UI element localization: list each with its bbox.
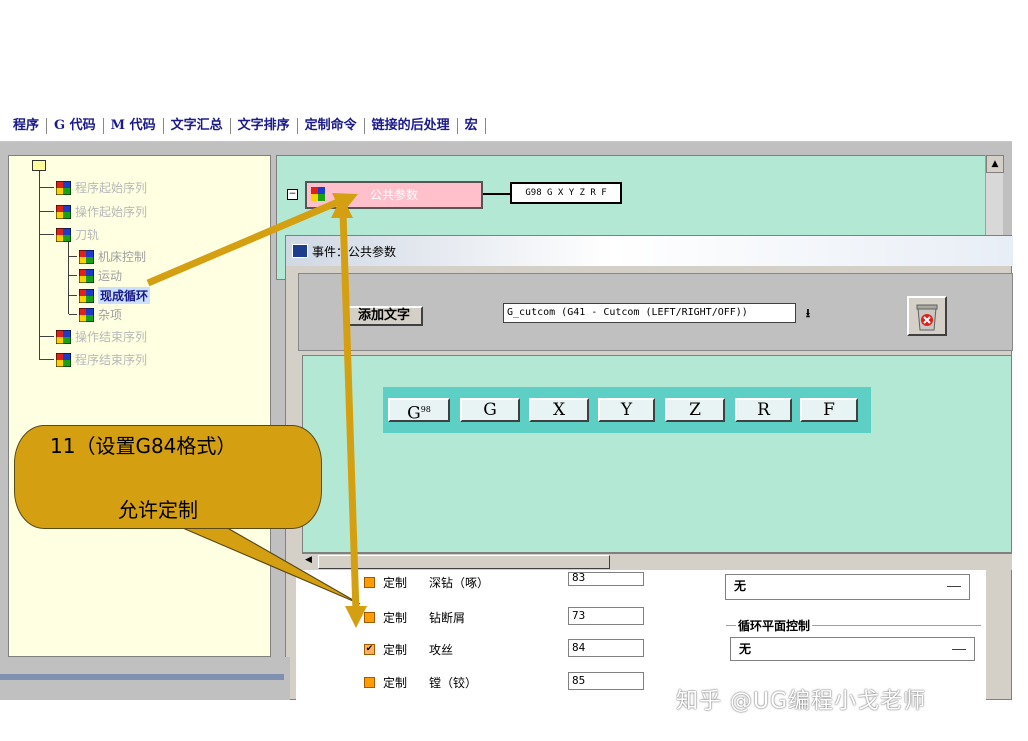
trash-delete-icon[interactable] <box>907 296 947 336</box>
event-output-preview: G98 G X Y Z R F <box>510 182 622 204</box>
tree-item-label: 操作结束序列 <box>75 330 148 344</box>
event-connector <box>483 193 510 195</box>
tree-item-label: 运动 <box>98 269 123 283</box>
sequence-icon <box>56 180 71 195</box>
tree-item-program-start[interactable]: 程序起始序列 <box>40 179 147 196</box>
sequence-icon <box>79 307 94 322</box>
tree-item-canned-cycle[interactable]: 现成循环 <box>69 287 151 304</box>
sequence-icon <box>79 288 94 303</box>
dropdown-arrow-icon[interactable]: ⭳ <box>799 303 817 323</box>
tree-item-label: 杂项 <box>98 308 123 322</box>
add-word-button[interactable]: 添加文字 <box>345 306 423 326</box>
folder-icon <box>32 160 46 171</box>
tree-item-operation-end[interactable]: 操作结束序列 <box>40 328 147 345</box>
dialog-window-icon <box>292 244 308 258</box>
tree-item-tool-path[interactable]: 刀轨 <box>40 226 99 243</box>
word-x[interactable]: X <box>529 398 589 422</box>
cycle-code-input[interactable]: 83 <box>568 572 644 586</box>
cycle-code-input[interactable]: 84 <box>568 639 644 657</box>
sequence-icon <box>56 204 71 219</box>
status-strip <box>0 657 290 700</box>
tree-item-label: 现成循环 <box>98 287 151 304</box>
custom-checkbox-checked[interactable]: ✔ <box>364 644 375 655</box>
trash-can-icon <box>916 304 938 331</box>
tree-item-label: 刀轨 <box>75 228 100 242</box>
dialog-title: 事件：公共参数 <box>312 244 397 259</box>
word-canvas <box>302 355 1012 553</box>
tab-bar: 程序 G 代码 M 代码 文字汇总 文字排序 定制命令 链接的后处理 宏 <box>0 110 1012 142</box>
tree-item-motion[interactable]: 运动 <box>69 267 122 284</box>
sequence-icon <box>56 352 71 367</box>
word-f[interactable]: F <box>800 398 858 422</box>
select-arrow-icon <box>947 585 961 587</box>
cycle-row-bore: 定制 镗（铰） <box>364 674 477 691</box>
custom-checkbox[interactable] <box>364 677 375 688</box>
scroll-thumb[interactable] <box>318 555 610 569</box>
event-block-label: 公共参数 <box>369 188 418 202</box>
tab-macro[interactable]: 宏 <box>458 117 486 134</box>
tree-item-machine-control[interactable]: 机床控制 <box>69 248 146 265</box>
sequence-icon <box>79 249 94 264</box>
dialog-title-bar[interactable]: 事件：公共参数 <box>286 236 1013 266</box>
word-g98[interactable]: G98 <box>388 398 450 424</box>
tab-linked-posts[interactable]: 链接的后处理 <box>365 117 458 134</box>
word-select[interactable]: G_cutcom (G41 - Cutcom (LEFT/RIGHT/OFF)) <box>503 303 796 323</box>
event-icon <box>311 187 325 201</box>
cycle-row-deep-drill: 定制 深钻（啄） <box>364 574 489 591</box>
tree-item-program-end[interactable]: 程序结束序列 <box>40 351 147 368</box>
sequence-icon <box>56 227 71 242</box>
word-z[interactable]: Z <box>665 398 725 422</box>
tab-g-code[interactable]: G 代码 <box>47 117 104 134</box>
tree-item-label: 程序结束序列 <box>75 353 148 367</box>
tab-word-summary[interactable]: 文字汇总 <box>164 117 231 134</box>
tree-item-label: 机床控制 <box>98 250 147 264</box>
cycle-row-break-chip: 定制 钻断屑 <box>364 609 465 626</box>
sequence-icon <box>79 268 94 283</box>
custom-checkbox[interactable] <box>364 577 375 588</box>
word-r[interactable]: R <box>735 398 792 422</box>
tree-item-label: 操作起始序列 <box>75 205 148 219</box>
cycle-code-input[interactable]: 73 <box>568 607 644 625</box>
horizontal-scrollbar[interactable]: ◀ <box>302 553 1012 570</box>
word-g[interactable]: G <box>460 398 520 422</box>
cycle-option-select[interactable]: 无 <box>725 574 970 600</box>
select-arrow-icon <box>952 648 966 650</box>
cycle-plane-group-label: 循环平面控制 <box>736 617 813 634</box>
tab-program[interactable]: 程序 <box>6 117 48 134</box>
event-block-common-params[interactable]: 公共参数 <box>305 181 483 209</box>
scroll-up-icon[interactable]: ▲ <box>986 155 1004 173</box>
collapse-icon[interactable]: − <box>287 189 298 200</box>
cycle-row-tap: ✔ 定制 攻丝 <box>364 643 454 657</box>
custom-checkbox[interactable] <box>364 612 375 623</box>
tab-m-code[interactable]: M 代码 <box>104 117 164 134</box>
tab-custom-command[interactable]: 定制命令 <box>298 117 365 134</box>
tree-item-operation-start[interactable]: 操作起始序列 <box>40 203 147 220</box>
tree-item-misc[interactable]: 杂项 <box>69 306 122 323</box>
tab-word-sequencing[interactable]: 文字排序 <box>231 117 298 134</box>
scroll-left-icon[interactable]: ◀ <box>305 555 312 565</box>
word-y[interactable]: Y <box>598 398 655 422</box>
sequence-icon <box>56 329 71 344</box>
callout-line-1: 11（设置G84格式） <box>50 434 237 458</box>
cycle-code-input[interactable]: 85 <box>568 672 644 690</box>
callout-line-2: 允许定制 <box>118 498 198 522</box>
watermark: 知乎 @UG编程小戈老师 <box>676 689 927 714</box>
tree-item-label: 程序起始序列 <box>75 181 148 195</box>
cycle-plane-select[interactable]: 无 <box>730 637 975 661</box>
